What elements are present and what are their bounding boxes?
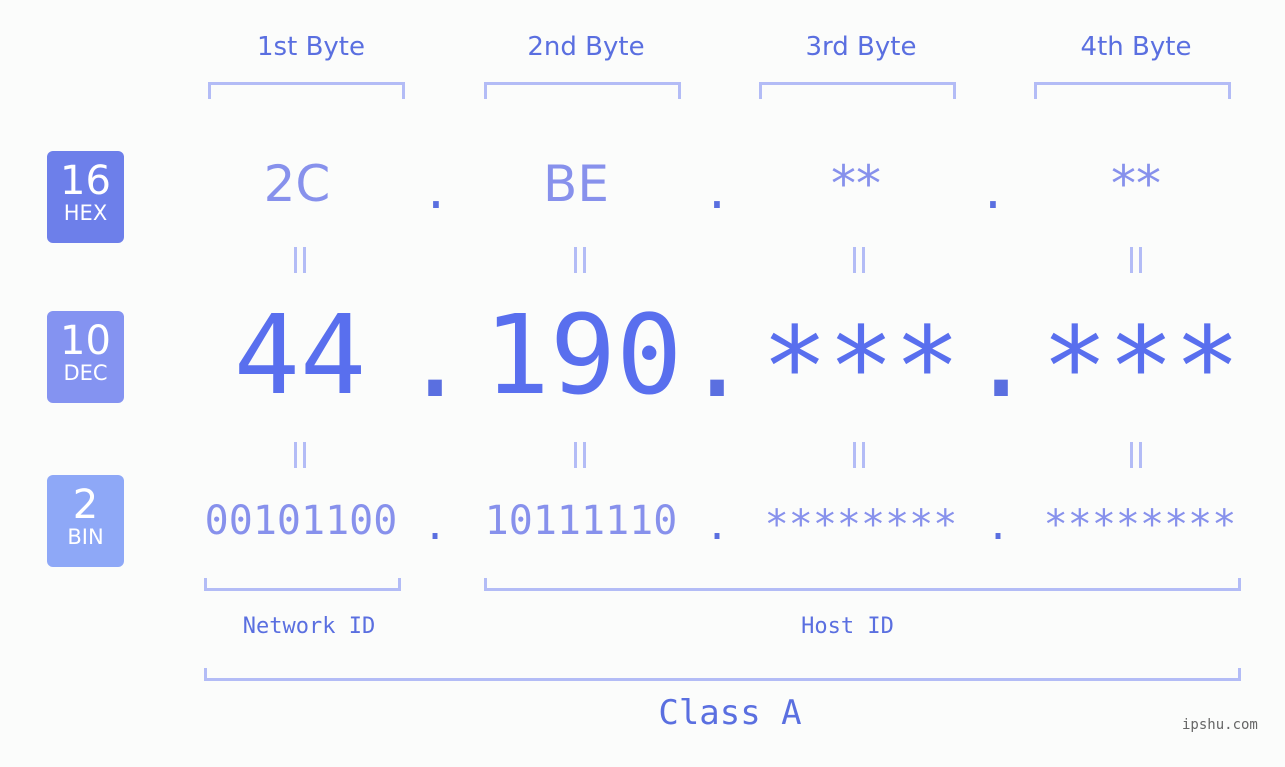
dec-byte-1: 44 [233,291,367,419]
hex-byte-2: BE [543,155,609,213]
equals-icon [571,247,589,273]
badge-hex-label: HEX [63,201,108,225]
bracket-byte-3 [759,82,956,99]
bin-byte-3: ******** [764,502,958,548]
bracket-byte-1 [208,82,405,99]
bin-separator: . [985,503,1011,549]
badge-dec-base: 10 [60,318,111,364]
equals-icon [291,247,309,273]
header-byte-4: 4th Byte [1080,32,1192,62]
host-id-label: Host ID [801,614,894,639]
dec-separator: . [968,294,1035,422]
bin-separator: . [422,503,448,549]
bracket-byte-2 [484,82,681,99]
equals-icon [850,442,868,468]
watermark: ipshu.com [1182,717,1258,733]
header-byte-1: 1st Byte [257,32,365,62]
class-bracket [204,668,1241,681]
badge-hex: 16 HEX [47,151,124,243]
hex-separator: . [703,165,731,219]
bin-byte-4: ******** [1043,502,1237,548]
header-byte-3: 3rd Byte [805,32,917,62]
host-id-bracket [484,578,1241,591]
bin-separator: . [704,503,730,549]
hex-byte-4: ** [1111,155,1161,213]
badge-dec: 10 DEC [47,311,124,403]
hex-byte-1: 2C [263,155,331,213]
network-id-bracket [204,578,401,591]
network-id-label: Network ID [242,614,376,639]
equals-icon [1127,442,1145,468]
badge-hex-base: 16 [60,158,111,204]
badge-bin: 2 BIN [47,475,124,567]
class-label: Class A [658,693,802,733]
badge-bin-label: BIN [67,525,104,549]
hex-separator: . [979,165,1007,219]
hex-separator: . [422,165,450,219]
dec-byte-2: 190 [483,291,683,419]
equals-icon [1127,247,1145,273]
equals-icon [571,442,589,468]
equals-icon [291,442,309,468]
hex-byte-3: ** [831,155,881,213]
dec-byte-4: *** [1041,303,1241,431]
bin-byte-2: 10111110 [484,498,678,544]
badge-dec-label: DEC [63,361,108,385]
header-byte-2: 2nd Byte [527,32,645,62]
badge-bin-base: 2 [72,482,99,528]
dec-separator: . [684,294,751,422]
dec-separator: . [402,294,469,422]
equals-icon [850,247,868,273]
bin-byte-1: 00101100 [204,498,398,544]
bracket-byte-4 [1034,82,1231,99]
dec-byte-3: *** [761,303,961,431]
